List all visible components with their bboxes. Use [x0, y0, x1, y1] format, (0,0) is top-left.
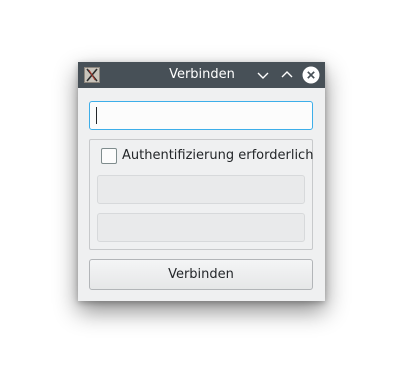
window-title: Verbinden — [169, 67, 235, 82]
chevron-up-icon — [281, 71, 293, 78]
chevron-down-icon — [257, 72, 269, 79]
auth-checkbox[interactable] — [101, 148, 117, 164]
connect-button[interactable]: Verbinden — [89, 259, 313, 290]
host-input[interactable] — [89, 101, 313, 130]
connect-dialog: Verbinden Authentifizierung erforderlich — [78, 62, 325, 301]
titlebar[interactable]: Verbinden — [78, 62, 325, 88]
auth-groupbox: Authentifizierung erforderlich — [89, 139, 313, 250]
minimize-button[interactable] — [254, 66, 272, 84]
auth-checkbox-label[interactable]: Authentifizierung erforderlich — [122, 146, 313, 166]
close-button[interactable] — [302, 66, 320, 84]
dialog-body: Authentifizierung erforderlich Verbinden — [78, 88, 325, 301]
close-icon — [302, 66, 320, 84]
text-caret — [96, 107, 97, 124]
password-field[interactable] — [97, 213, 305, 242]
x11-app-icon[interactable] — [84, 67, 100, 83]
maximize-button[interactable] — [278, 66, 296, 84]
username-field[interactable] — [97, 175, 305, 204]
